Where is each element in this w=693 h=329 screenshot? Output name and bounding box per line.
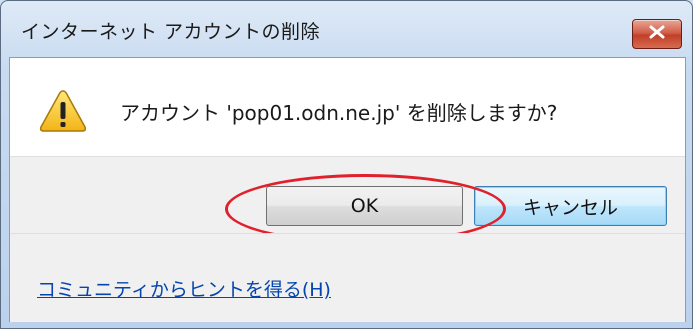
close-button[interactable] [632,19,682,49]
confirmation-message: アカウント 'pop01.odn.ne.jp' を削除しますか? [120,101,558,125]
cancel-button[interactable]: キャンセル [474,186,667,226]
close-x-icon [647,24,667,44]
dialog-window: インターネット アカウントの削除 アカウント 'pop01.odn.ne.jp'… [0,0,693,329]
footer-bar: コミュニティからヒントを得る(H) [10,233,685,322]
ok-button[interactable]: OK [266,186,463,226]
button-bar: OK キャンセル [10,156,685,244]
dialog-body: アカウント 'pop01.odn.ne.jp' を削除しますか? OK キャンセ… [9,57,686,322]
window-title: インターネット アカウントの削除 [21,21,321,43]
message-area: アカウント 'pop01.odn.ne.jp' を削除しますか? [10,58,685,156]
community-help-link[interactable]: コミュニティからヒントを得る(H) [37,275,331,302]
warning-icon [38,88,88,134]
title-bar[interactable]: インターネット アカウントの削除 [1,1,692,57]
